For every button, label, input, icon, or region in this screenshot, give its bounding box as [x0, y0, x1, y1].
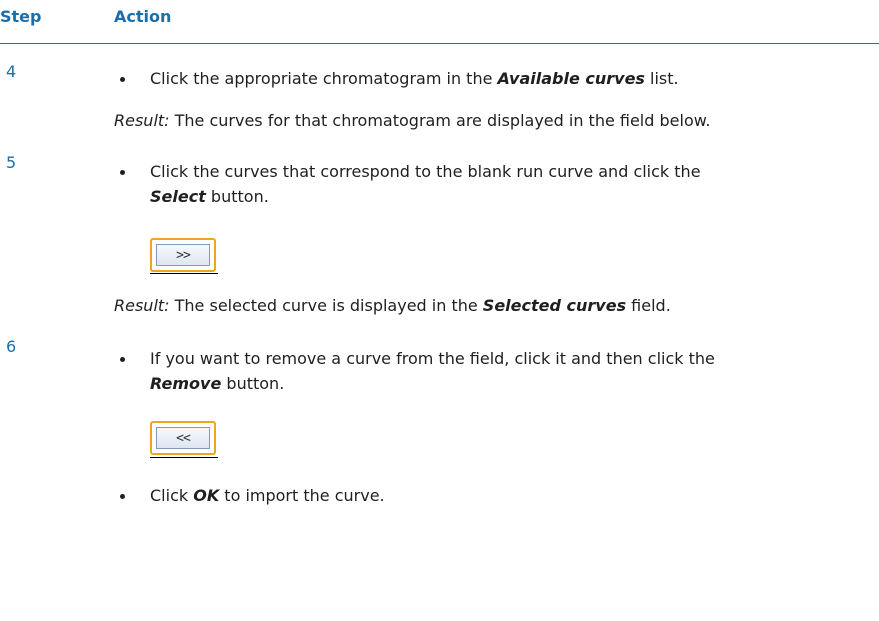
instruction-text: If you want to remove a curve from the f…: [150, 349, 715, 368]
bullet-icon: [120, 77, 125, 82]
button-image-shadow: [150, 273, 218, 274]
instruction-text-continued: Select button.: [150, 187, 269, 206]
chevron-right-double-icon: >>: [156, 244, 210, 266]
instruction-text: Click the curves that correspond to the …: [150, 162, 701, 181]
bullet-icon: [120, 170, 125, 175]
ui-term-select: Select: [150, 187, 206, 206]
instruction-text: Click the appropriate chromatogram in th…: [150, 69, 679, 88]
result-text: Result: The curves for that chromatogram…: [114, 111, 711, 130]
step-number: 4: [6, 62, 17, 81]
result-label: Result:: [114, 111, 170, 130]
action-column-header: Action: [114, 7, 172, 26]
result-text: Result: The selected curve is displayed …: [114, 296, 671, 315]
instruction-text-continued: Remove button.: [150, 374, 285, 393]
table-header: Step Action: [0, 0, 879, 45]
result-label: Result:: [114, 296, 170, 315]
button-image-shadow: [150, 457, 218, 458]
ui-term-selected-curves: Selected curves: [482, 296, 627, 315]
ui-term-remove: Remove: [150, 374, 222, 393]
remove-button-image: <<: [150, 421, 216, 455]
bullet-icon: [120, 357, 125, 362]
ui-term-available-curves: Available curves: [497, 69, 645, 88]
chevron-left-double-icon: <<: [156, 427, 210, 449]
step-number: 6: [6, 337, 17, 356]
step-number: 5: [6, 153, 17, 172]
select-button-image: >>: [150, 238, 216, 272]
ui-term-ok: OK: [193, 486, 220, 505]
bullet-icon: [120, 494, 125, 499]
instruction-text: Click OK to import the curve.: [150, 486, 385, 505]
header-divider: [0, 43, 879, 44]
step-column-header: Step: [0, 7, 42, 26]
